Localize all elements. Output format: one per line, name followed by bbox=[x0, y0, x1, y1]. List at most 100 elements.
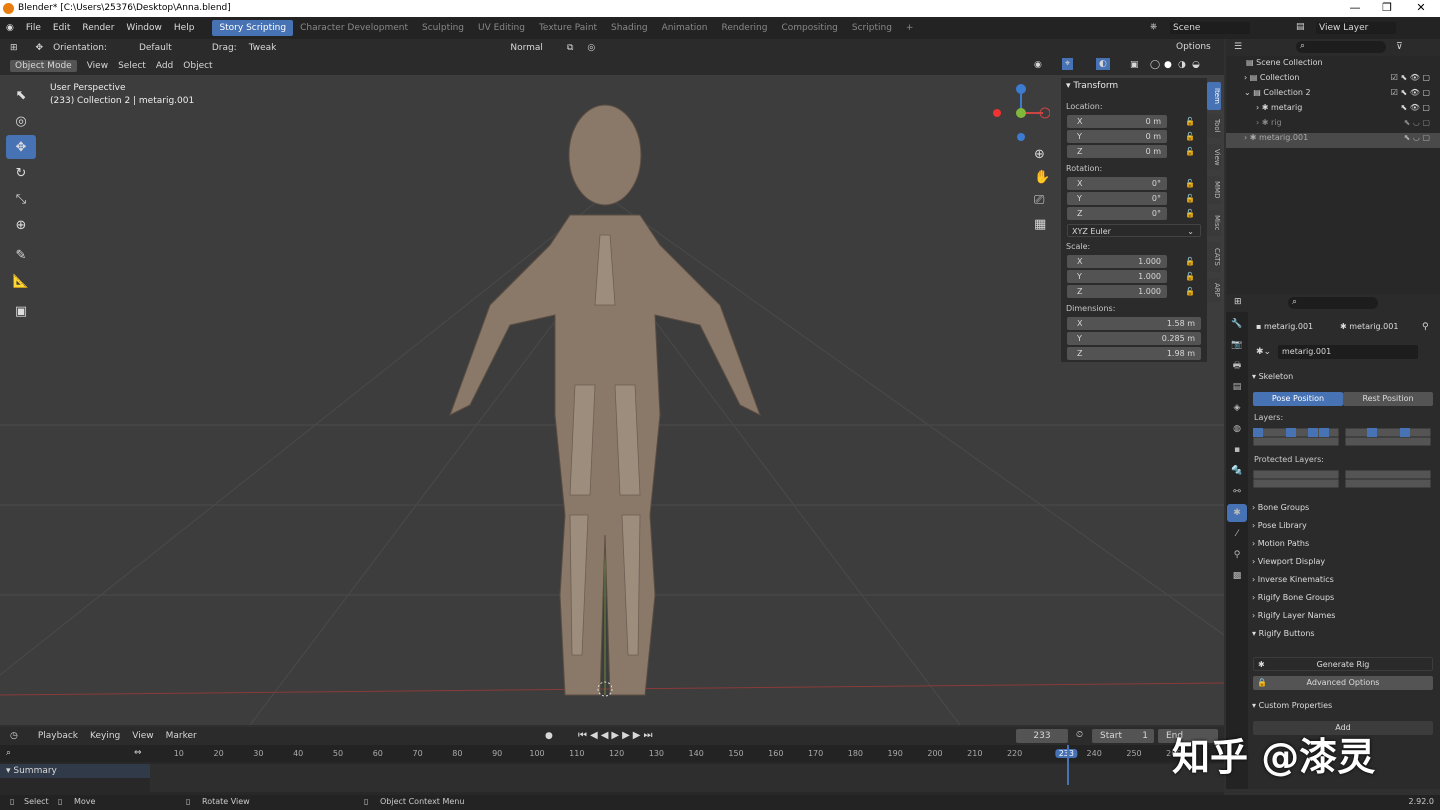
close-button[interactable]: ✕ bbox=[1406, 1, 1436, 14]
output-tab-icon[interactable]: 🖶 bbox=[1227, 357, 1247, 375]
rotate-tool-icon[interactable]: ↻ bbox=[6, 161, 36, 185]
orientation-dropdown[interactable]: Default bbox=[139, 43, 172, 53]
pose-position-button[interactable]: Pose Position bbox=[1253, 392, 1343, 406]
bone-constraint-tab-icon[interactable]: ⚲ bbox=[1227, 546, 1247, 564]
dimension-y-field[interactable]: Y 0.285 m bbox=[1067, 332, 1201, 345]
tab-cats[interactable]: CATS bbox=[1207, 242, 1221, 272]
zoom-icon[interactable]: ⊕ bbox=[1034, 147, 1045, 162]
move-tool-button-icon[interactable]: ✥ bbox=[6, 135, 36, 159]
pan-hand-icon[interactable]: ✋ bbox=[1034, 170, 1050, 185]
cursor-tool-icon[interactable]: ◎ bbox=[6, 109, 36, 133]
visibility-icons[interactable]: ⬉ 👁 ▢ bbox=[1400, 103, 1430, 112]
panel-custom-properties[interactable]: ▾ Custom Properties bbox=[1252, 701, 1332, 710]
object-menu[interactable]: Object bbox=[183, 61, 212, 71]
bone-tab-icon[interactable]: ⁄ bbox=[1227, 525, 1247, 543]
expand-chevron-icon[interactable]: › bbox=[1256, 118, 1259, 127]
view-layer-selector[interactable]: View Layer bbox=[1316, 22, 1396, 34]
visibility-icons[interactable]: ☑ ⬉ 👁 ▢ bbox=[1391, 88, 1430, 97]
proportional-edit-icon[interactable]: ◎ bbox=[587, 43, 595, 53]
transform-tool-icon[interactable]: ⊕ bbox=[6, 213, 36, 237]
summary-row[interactable]: ▾ Summary bbox=[0, 764, 150, 778]
panel-inverse-kinematics[interactable]: › Inverse Kinematics bbox=[1252, 575, 1334, 584]
scene-selector[interactable]: Scene bbox=[1170, 22, 1250, 34]
outliner-row-metarig[interactable]: › ✱ metarig ⬉ 👁 ▢ bbox=[1226, 103, 1440, 118]
maximize-button[interactable]: ❐ bbox=[1372, 1, 1402, 14]
scale-x-field[interactable]: X 1.000 bbox=[1067, 255, 1167, 268]
expand-chevron-icon[interactable]: › bbox=[1256, 103, 1259, 112]
lock-icon[interactable]: 🔓 bbox=[1185, 179, 1195, 188]
xray-icon[interactable]: ▣ bbox=[1130, 60, 1139, 70]
panel-rigify-layer-names[interactable]: › Rigify Layer Names bbox=[1252, 611, 1335, 620]
3d-viewport[interactable]: User Perspective (233) Collection 2 | me… bbox=[0, 75, 1224, 725]
outliner-editor-icon[interactable]: ☰ bbox=[1234, 42, 1242, 52]
tool-tab-icon[interactable]: 🔧 bbox=[1227, 315, 1247, 333]
rotation-y-field[interactable]: Y 0° bbox=[1067, 192, 1167, 205]
material-shading-icon[interactable]: ◑ bbox=[1178, 60, 1186, 70]
scale-z-field[interactable]: Z 1.000 bbox=[1067, 285, 1167, 298]
overlay-toggle-icon[interactable]: ◐ bbox=[1096, 58, 1110, 70]
rendered-shading-icon[interactable]: ◒ bbox=[1192, 60, 1200, 70]
measure-tool-icon[interactable]: 📐 bbox=[6, 269, 36, 293]
render-tab-icon[interactable]: 📷 bbox=[1227, 336, 1247, 354]
tab-view[interactable]: View bbox=[1207, 144, 1221, 170]
lock-icon[interactable]: 🔓 bbox=[1185, 132, 1195, 141]
visibility-icons[interactable]: ☑ ⬉ 👁 ▢ bbox=[1391, 73, 1430, 82]
snap-icon[interactable]: ⧉ bbox=[567, 43, 573, 53]
tab-arp[interactable]: ARP bbox=[1207, 278, 1221, 302]
outliner-row-metarig-001[interactable]: › ✱ metarig.001 ⬉ ◡ ▢ bbox=[1226, 133, 1440, 148]
menu-file[interactable]: File bbox=[20, 23, 47, 33]
armature-data-tab-icon[interactable]: ✱ bbox=[1227, 504, 1247, 522]
frame-ruler[interactable]: 10 20 30 40 50 60 70 80 90 100 110 120 130 140 150 160 1… bbox=[150, 745, 1224, 762]
rest-position-button[interactable]: Rest Position bbox=[1343, 392, 1433, 406]
panel-viewport-display[interactable]: › Viewport Display bbox=[1252, 557, 1325, 566]
panel-rigify-bone-groups[interactable]: › Rigify Bone Groups bbox=[1252, 593, 1334, 602]
view-menu[interactable]: View bbox=[87, 61, 108, 71]
blender-menu-icon[interactable]: ◉ bbox=[0, 23, 20, 33]
outliner-row-scene-collection[interactable]: ▤ Scene Collection bbox=[1226, 58, 1440, 73]
timeline-view-menu[interactable]: View bbox=[132, 731, 153, 741]
pivot-dropdown[interactable]: Normal bbox=[510, 43, 543, 53]
skeleton-panel-header[interactable]: ▾ Skeleton bbox=[1252, 372, 1293, 381]
annotate-tool-icon[interactable]: ✎ bbox=[6, 243, 36, 267]
marker-menu[interactable]: Marker bbox=[166, 731, 197, 741]
wireframe-shading-icon[interactable]: ◯ bbox=[1150, 60, 1160, 70]
editor-type-icon[interactable]: ⊞ bbox=[10, 43, 18, 53]
select-menu[interactable]: Select bbox=[118, 61, 146, 71]
location-z-field[interactable]: Z 0 m bbox=[1067, 145, 1167, 158]
tab-uv-editing[interactable]: UV Editing bbox=[471, 20, 532, 36]
panel-rigify-buttons[interactable]: ▾ Rigify Buttons bbox=[1252, 629, 1315, 638]
view-layer-tab-icon[interactable]: ▤ bbox=[1227, 378, 1247, 396]
expand-chevron-icon[interactable]: › bbox=[1244, 73, 1247, 82]
protected-layers-grid[interactable] bbox=[1252, 469, 1433, 489]
world-tab-icon[interactable]: ◍ bbox=[1227, 420, 1247, 438]
tab-story-scripting[interactable]: Story Scripting bbox=[212, 20, 294, 36]
lock-icon[interactable]: 🔓 bbox=[1185, 147, 1195, 156]
panel-motion-paths[interactable]: › Motion Paths bbox=[1252, 539, 1309, 548]
expand-chevron-icon[interactable]: ⌄ bbox=[1244, 88, 1251, 97]
dimension-z-field[interactable]: Z 1.98 m bbox=[1067, 347, 1201, 360]
outliner-row-collection-2[interactable]: ⌄ ▤ Collection 2 ☑ ⬉ 👁 ▢ bbox=[1226, 88, 1440, 103]
tab-rendering[interactable]: Rendering bbox=[715, 20, 775, 36]
generate-rig-button[interactable]: ✱ Generate Rig bbox=[1253, 657, 1433, 671]
tab-item[interactable]: Item bbox=[1207, 82, 1221, 110]
visibility-icons[interactable]: ⬉ ◡ ▢ bbox=[1404, 133, 1430, 142]
lock-icon[interactable]: 🔓 bbox=[1185, 117, 1195, 126]
advanced-options-button[interactable]: 🔒 Advanced Options bbox=[1253, 676, 1433, 690]
tab-scripting[interactable]: Scripting bbox=[845, 20, 899, 36]
panel-bone-groups[interactable]: › Bone Groups bbox=[1252, 503, 1309, 512]
tab-mmd[interactable]: MMD bbox=[1207, 176, 1221, 204]
tab-texture-paint[interactable]: Texture Paint bbox=[532, 20, 604, 36]
menu-edit[interactable]: Edit bbox=[47, 23, 76, 33]
menu-help[interactable]: Help bbox=[168, 23, 201, 33]
outliner-search-input[interactable]: ⌕ bbox=[1296, 41, 1386, 53]
armature-name-field[interactable]: metarig.001 bbox=[1278, 345, 1418, 359]
transform-header[interactable]: ▾ Transform bbox=[1066, 81, 1118, 91]
timeline-editor-icon[interactable]: ◷ bbox=[10, 731, 18, 741]
tab-misc[interactable]: Misc bbox=[1207, 210, 1221, 236]
lock-icon[interactable]: 🔓 bbox=[1185, 287, 1195, 296]
modifier-tab-icon[interactable]: 🔩 bbox=[1227, 462, 1247, 480]
tab-shading[interactable]: Shading bbox=[604, 20, 655, 36]
playhead-line[interactable] bbox=[1067, 745, 1069, 785]
location-x-field[interactable]: X 0 m bbox=[1067, 115, 1167, 128]
visibility-icon[interactable]: ◉ bbox=[1034, 60, 1042, 70]
